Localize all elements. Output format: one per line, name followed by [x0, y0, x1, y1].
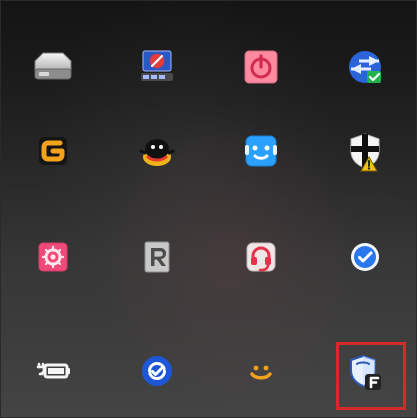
pet-mascot-icon [139, 139, 175, 166]
smiling-assistant-icon [245, 135, 277, 167]
sync-check-icon [142, 356, 172, 386]
security-shield-f-icon [350, 354, 381, 390]
g-app-icon [39, 137, 67, 165]
battery-power-icon [36, 362, 70, 379]
tray-item-headset-support[interactable] [209, 205, 313, 309]
tray-item-verified-check[interactable] [313, 205, 416, 309]
settings-gear-icon [38, 242, 68, 272]
system-tray-overflow [0, 0, 417, 418]
tray-item-pet-mascot[interactable] [105, 99, 209, 203]
tray-item-settings[interactable] [1, 205, 105, 309]
security-warning-shield-icon [350, 133, 380, 172]
tray-item-sync-check[interactable] [105, 319, 209, 417]
tray-item-g-app[interactable] [1, 99, 105, 203]
blocked-remote-connection-icon [141, 50, 173, 81]
tray-item-r-app[interactable] [105, 205, 209, 309]
tray-item-smiling-assistant[interactable] [209, 99, 313, 203]
tray-item-security-warning[interactable] [313, 99, 416, 203]
tray-item-smile[interactable] [209, 319, 313, 417]
network-drive-icon [34, 52, 72, 80]
r-app-icon [144, 241, 170, 273]
smile-icon [250, 365, 272, 380]
tray-item-security-shield-f[interactable] [313, 319, 416, 417]
headset-support-icon [246, 242, 276, 272]
tray-icon-grid [1, 1, 416, 417]
verified-check-icon [351, 243, 379, 271]
tray-item-battery[interactable] [1, 319, 105, 417]
power-shutdown-icon [244, 50, 278, 84]
network-transfer-verified-icon [349, 51, 381, 83]
